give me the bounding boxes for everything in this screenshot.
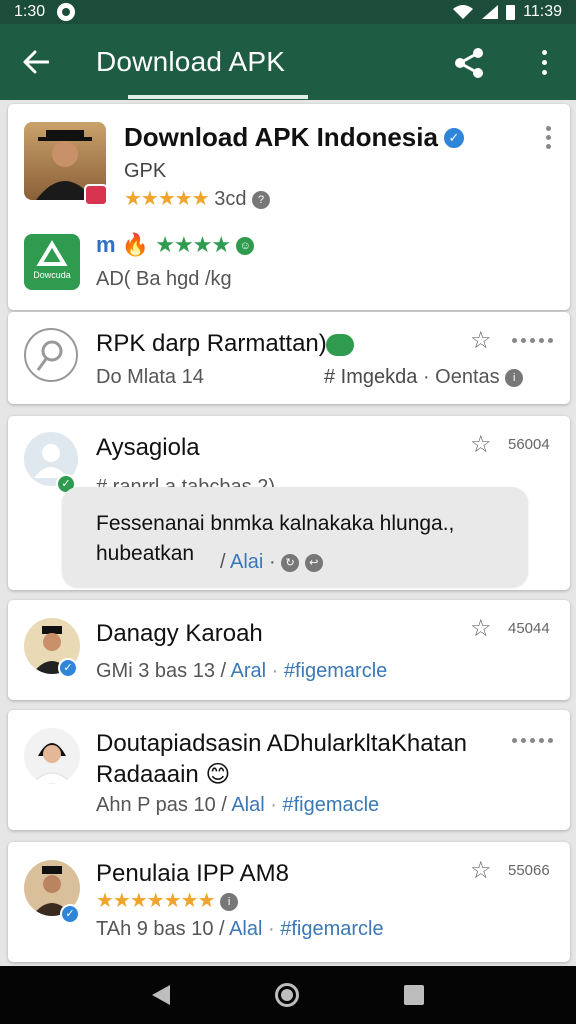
- post-meta: Ahn P pas 10 / Alal · #figemacle: [96, 794, 380, 816]
- rpk-meta-tag[interactable]: # Imgekda: [324, 366, 417, 388]
- star-button[interactable]: ☆: [470, 430, 492, 459]
- status-time-right: 11:39: [523, 3, 562, 20]
- whatsapp-notification-icon: [57, 3, 76, 21]
- emoji-icon: 😊: [205, 761, 231, 788]
- bubble-meta: / Alai · ↻ ↩: [220, 551, 323, 574]
- triangle-logo-icon: [36, 240, 68, 266]
- channel-name: Download APK Indonesia: [124, 122, 438, 152]
- post-date: TAh 9 bas 10: [96, 918, 214, 940]
- card-menu-button[interactable]: [546, 126, 551, 149]
- page-title: Download APK: [96, 46, 286, 77]
- verified-icon: ✓: [58, 658, 78, 678]
- share-button[interactable]: [450, 46, 490, 80]
- post-card[interactable]: ✓ Danagy Karoah ☆ 45044 GMi 3 bas 13 / A…: [8, 600, 570, 700]
- post-avatar[interactable]: [24, 728, 80, 784]
- message-sender-name: Aysagiola: [96, 434, 200, 461]
- rating-stars: ★★★★★: [124, 188, 210, 210]
- status-time-left: 1:30: [14, 3, 46, 20]
- post-author-second: Radaaain: [96, 761, 199, 788]
- badge-icon: [326, 334, 354, 356]
- post-author: Danagy Karoah: [96, 620, 263, 647]
- rating-text: 3cd: [214, 188, 247, 210]
- post-author: Doutapiadsasin ADhularkltaKhatan: [96, 730, 467, 757]
- message-count: 56004: [508, 436, 550, 453]
- placeholder-avatar: [24, 328, 78, 382]
- channel-rating: ★★★★★ 3cd ?: [124, 186, 271, 211]
- battery-icon: [506, 4, 516, 20]
- app-rating-prefix: m: [96, 232, 116, 257]
- info-icon[interactable]: i: [220, 892, 239, 911]
- star-button[interactable]: ☆: [470, 614, 492, 643]
- app-toolbar: Download APK: [0, 24, 576, 100]
- more-dots-button[interactable]: [512, 338, 553, 343]
- share-icon: [455, 48, 483, 78]
- rpk-title: RPK darp Rarmattan): [96, 330, 327, 357]
- overflow-menu-button[interactable]: [528, 42, 560, 82]
- wifi-icon: [453, 5, 474, 19]
- app-badge-icon: [84, 184, 108, 206]
- post-tag[interactable]: #figemarcle: [284, 660, 387, 682]
- nav-back-button[interactable]: [152, 985, 171, 1005]
- post-card[interactable]: Doutapiadsasin ADhularkltaKhatan Radaaai…: [8, 710, 570, 830]
- message-bubble[interactable]: Fessenanai bnmka kalnakaka hlunga., hube…: [62, 487, 528, 587]
- nav-recents-button[interactable]: [403, 985, 424, 1005]
- more-dots-button[interactable]: [512, 738, 553, 743]
- star-button[interactable]: ☆: [470, 326, 492, 355]
- rpk-meta-left: Do Mlata 14: [96, 366, 204, 388]
- post-count: 45044: [508, 620, 550, 637]
- search-person-icon: [36, 340, 63, 371]
- rpk-card[interactable]: RPK darp Rarmattan) ☆ Do Mlata 14 # Imge…: [8, 312, 570, 404]
- back-button[interactable]: [0, 24, 72, 100]
- fire-icon: 🔥: [121, 232, 150, 257]
- post-author-line2: Radaaain 😊: [96, 760, 230, 789]
- system-nav-bar: [0, 966, 576, 1024]
- app-icon[interactable]: Dowcuda: [24, 234, 80, 290]
- post-author: Penulaia IPP AM8: [96, 860, 290, 887]
- signal-icon: [482, 5, 499, 19]
- post-date: GMi 3 bas 13: [96, 660, 215, 682]
- post-link[interactable]: Alal: [231, 794, 264, 816]
- verified-icon: ✓: [60, 904, 80, 924]
- post-count: 55066: [508, 862, 550, 879]
- tab-indicator: [128, 95, 308, 99]
- nav-home-button[interactable]: [274, 983, 299, 1007]
- person-avatar-icon: [31, 743, 73, 784]
- post-link[interactable]: Aral: [231, 660, 267, 682]
- app-rating-stars: ★★★★: [155, 232, 231, 257]
- post-link[interactable]: Alal: [229, 918, 262, 940]
- star-button[interactable]: ☆: [470, 856, 492, 885]
- verified-icon: ✓: [442, 126, 466, 150]
- channel-subtitle: GPK: [124, 160, 167, 182]
- app-line: AD( Ba hgd /kg: [96, 268, 232, 290]
- app-rating-row: m 🔥 ★★★★ ☺: [96, 232, 255, 258]
- post-card[interactable]: ✓ Penulaia IPP AM8 ☆ 55066 ★★★★★★★ i TAh…: [8, 842, 570, 962]
- arrow-back-icon: [23, 50, 49, 74]
- rpk-meta-right: Oentas: [435, 366, 500, 388]
- reaction-icon[interactable]: ↻: [281, 553, 300, 572]
- app-icon-label: Dowcuda: [33, 270, 71, 280]
- bubble-link[interactable]: Alai: [230, 551, 263, 573]
- post-rating: ★★★★★★★ i: [96, 888, 239, 913]
- post-meta: GMi 3 bas 13 / Aral · #figemarcle: [96, 660, 388, 682]
- post-tag[interactable]: #figemarcle: [280, 918, 383, 940]
- info-icon[interactable]: ?: [252, 190, 271, 209]
- post-meta: TAh 9 bas 10 / Alal · #figemarcle: [96, 918, 384, 940]
- rpk-meta-row: # Imgekda · Oentas i: [324, 366, 524, 389]
- post-date: Ahn P pas 10: [96, 794, 216, 816]
- status-bar: 1:30 11:39: [0, 0, 576, 24]
- rating-stars: ★★★★★★★: [96, 890, 216, 912]
- post-tag[interactable]: #figemacle: [282, 794, 379, 816]
- reply-icon[interactable]: ↩: [304, 553, 323, 572]
- smile-icon: ☺: [236, 237, 255, 256]
- info-icon[interactable]: i: [505, 368, 524, 387]
- channel-header-card: Download APK Indonesia ✓ GPK ★★★★★ 3cd ?…: [8, 104, 570, 310]
